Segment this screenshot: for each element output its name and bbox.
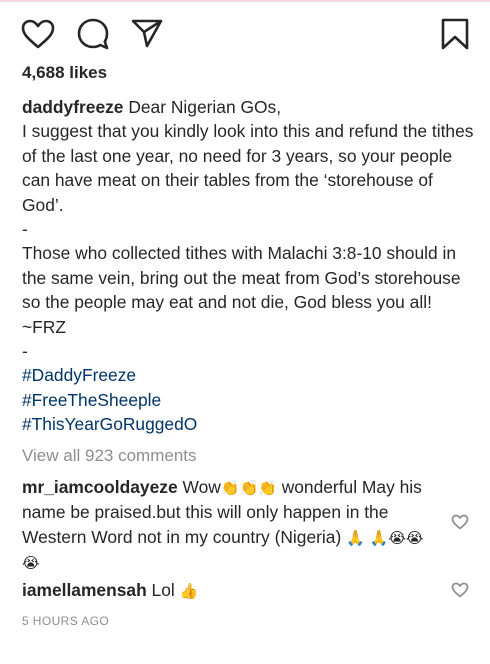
comment-item: iamellamensah Lol 👍 <box>22 578 440 603</box>
comment-username[interactable]: iamellamensah <box>22 580 147 600</box>
likes-count[interactable]: 4,688 likes <box>22 63 107 83</box>
pray-emoji: 🙏 <box>346 528 365 547</box>
caption-body: I suggest that you kindly look into this… <box>22 121 474 362</box>
caption-first-line: Dear Nigerian GOs, <box>128 97 282 117</box>
post-caption: daddyfreeze Dear Nigerian GOs, I suggest… <box>22 95 477 437</box>
comment-text: Wow <box>182 477 221 497</box>
bookmark-icon[interactable] <box>439 17 471 51</box>
thumbs-up-emoji: 👍 <box>179 582 199 600</box>
heart-icon[interactable] <box>20 18 56 50</box>
top-divider <box>0 0 490 2</box>
heart-small-icon[interactable] <box>451 582 469 598</box>
hashtag-link[interactable]: #ThisYearGoRuggedO <box>22 414 197 434</box>
comment-username[interactable]: mr_iamcooldayeze <box>22 477 178 497</box>
comment-text: Lol <box>151 580 175 600</box>
hashtag-link[interactable]: #DaddyFreeze <box>22 365 136 385</box>
comment-icon[interactable] <box>76 17 110 51</box>
view-all-comments-link[interactable]: View all 923 comments <box>22 446 197 466</box>
heart-small-icon[interactable] <box>451 514 469 530</box>
comment-item: mr_iamcooldayeze Wow👏👏👏 wonderful May hi… <box>22 475 440 576</box>
clap-emoji: 👏👏👏 <box>220 479 277 497</box>
hashtag-link[interactable]: #FreeTheSheeple <box>22 390 161 410</box>
share-icon[interactable] <box>130 17 164 49</box>
post-timestamp: 5 HOURS AGO <box>22 614 110 628</box>
caption-username[interactable]: daddyfreeze <box>22 97 123 117</box>
